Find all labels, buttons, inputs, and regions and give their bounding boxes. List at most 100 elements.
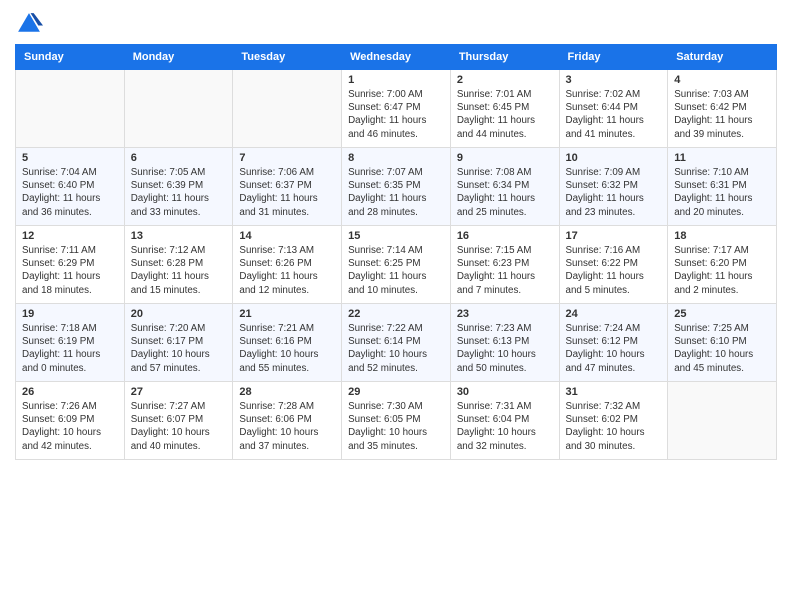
day-number: 8	[348, 152, 444, 164]
day-cell: 13 Sunrise: 7:12 AMSunset: 6:28 PMDayligh…	[124, 226, 233, 304]
day-cell: 30Sunrise: 7:31 AMSunset: 6:04 PMDayligh…	[450, 382, 559, 460]
day-info: Sunrise: 7:24 AMSunset: 6:12 PMDaylight:…	[566, 322, 662, 375]
day-cell: 15 Sunrise: 7:14 AMSunset: 6:25 PMDayligh…	[342, 226, 451, 304]
day-number: 19	[22, 308, 118, 320]
day-number: 3	[566, 74, 662, 86]
week-row-4: 19 Sunrise: 7:18 AMSunset: 6:19 PMDayligh…	[16, 304, 777, 382]
day-info: Sunrise: 7:22 AMSunset: 6:14 PMDaylight:…	[348, 322, 444, 375]
day-cell: 9 Sunrise: 7:08 AMSunset: 6:34 PMDaylight…	[450, 148, 559, 226]
day-number: 23	[457, 308, 553, 320]
day-cell: 26 Sunrise: 7:26 AMSunset: 6:09 PMDayligh…	[16, 382, 125, 460]
day-cell: 3 Sunrise: 7:02 AMSunset: 6:44 PMDaylight…	[559, 70, 668, 148]
logo	[15, 10, 47, 38]
weekday-header-monday: Monday	[124, 45, 233, 70]
weekday-header-friday: Friday	[559, 45, 668, 70]
day-info: Sunrise: 7:02 AMSunset: 6:44 PMDaylight:…	[566, 88, 662, 141]
day-info: Sunrise: 7:21 AMSunset: 6:16 PMDaylight:…	[239, 322, 335, 375]
day-number: 10	[566, 152, 662, 164]
day-cell: 22 Sunrise: 7:22 AMSunset: 6:14 PMDayligh…	[342, 304, 451, 382]
day-info: Sunrise: 7:01 AMSunset: 6:45 PMDaylight:…	[457, 88, 553, 141]
day-info: Sunrise: 7:30 AMSunset: 6:05 PMDaylight:…	[348, 400, 444, 453]
week-row-2: 5 Sunrise: 7:04 AMSunset: 6:40 PMDaylight…	[16, 148, 777, 226]
day-cell: 18 Sunrise: 7:17 AMSunset: 6:20 PMDayligh…	[668, 226, 777, 304]
day-info: Sunrise: 7:07 AMSunset: 6:35 PMDaylight:…	[348, 166, 444, 219]
day-cell: 16 Sunrise: 7:15 AMSunset: 6:23 PMDayligh…	[450, 226, 559, 304]
day-cell: 7 Sunrise: 7:06 AMSunset: 6:37 PMDaylight…	[233, 148, 342, 226]
day-number: 22	[348, 308, 444, 320]
day-info: Sunrise: 7:17 AMSunset: 6:20 PMDaylight:…	[674, 244, 770, 297]
day-info: Sunrise: 7:05 AMSunset: 6:39 PMDaylight:…	[131, 166, 227, 219]
day-info: Sunrise: 7:27 AMSunset: 6:07 PMDaylight:…	[131, 400, 227, 453]
day-number: 28	[239, 386, 335, 398]
day-info: Sunrise: 7:16 AMSunset: 6:22 PMDaylight:…	[566, 244, 662, 297]
day-info: Sunrise: 7:06 AMSunset: 6:37 PMDaylight:…	[239, 166, 335, 219]
day-cell: 23 Sunrise: 7:23 AMSunset: 6:13 PMDayligh…	[450, 304, 559, 382]
day-number: 7	[239, 152, 335, 164]
day-cell: 29 Sunrise: 7:30 AMSunset: 6:05 PMDayligh…	[342, 382, 451, 460]
day-info: Sunrise: 7:00 AMSunset: 6:47 PMDaylight:…	[348, 88, 444, 141]
weekday-header-thursday: Thursday	[450, 45, 559, 70]
day-number: 16	[457, 230, 553, 242]
header	[15, 10, 777, 38]
day-number: 5	[22, 152, 118, 164]
day-number: 20	[131, 308, 227, 320]
day-info: Sunrise: 7:13 AMSunset: 6:26 PMDaylight:…	[239, 244, 335, 297]
day-number: 6	[131, 152, 227, 164]
day-cell: 17Sunrise: 7:16 AMSunset: 6:22 PMDayligh…	[559, 226, 668, 304]
day-cell: 2 Sunrise: 7:01 AMSunset: 6:45 PMDaylight…	[450, 70, 559, 148]
day-number: 18	[674, 230, 770, 242]
weekday-header-saturday: Saturday	[668, 45, 777, 70]
calendar-table: SundayMondayTuesdayWednesdayThursdayFrid…	[15, 44, 777, 460]
day-cell: 19 Sunrise: 7:18 AMSunset: 6:19 PMDayligh…	[16, 304, 125, 382]
day-cell	[668, 382, 777, 460]
day-info: Sunrise: 7:32 AMSunset: 6:02 PMDaylight:…	[566, 400, 662, 453]
day-cell: 14Sunrise: 7:13 AMSunset: 6:26 PMDayligh…	[233, 226, 342, 304]
day-info: Sunrise: 7:14 AMSunset: 6:25 PMDaylight:…	[348, 244, 444, 297]
day-number: 9	[457, 152, 553, 164]
day-info: Sunrise: 7:23 AMSunset: 6:13 PMDaylight:…	[457, 322, 553, 375]
day-info: Sunrise: 7:15 AMSunset: 6:23 PMDaylight:…	[457, 244, 553, 297]
weekday-header-row: SundayMondayTuesdayWednesdayThursdayFrid…	[16, 45, 777, 70]
day-cell: 11Sunrise: 7:10 AMSunset: 6:31 PMDayligh…	[668, 148, 777, 226]
day-number: 29	[348, 386, 444, 398]
day-number: 4	[674, 74, 770, 86]
day-cell: 20 Sunrise: 7:20 AMSunset: 6:17 PMDayligh…	[124, 304, 233, 382]
week-row-3: 12Sunrise: 7:11 AMSunset: 6:29 PMDayligh…	[16, 226, 777, 304]
day-cell: 5 Sunrise: 7:04 AMSunset: 6:40 PMDaylight…	[16, 148, 125, 226]
weekday-header-wednesday: Wednesday	[342, 45, 451, 70]
day-cell	[233, 70, 342, 148]
day-cell: 4 Sunrise: 7:03 AMSunset: 6:42 PMDaylight…	[668, 70, 777, 148]
day-number: 26	[22, 386, 118, 398]
day-info: Sunrise: 7:09 AMSunset: 6:32 PMDaylight:…	[566, 166, 662, 219]
day-cell: 24 Sunrise: 7:24 AMSunset: 6:12 PMDayligh…	[559, 304, 668, 382]
day-info: Sunrise: 7:18 AMSunset: 6:19 PMDaylight:…	[22, 322, 118, 375]
day-cell	[124, 70, 233, 148]
day-info: Sunrise: 7:28 AMSunset: 6:06 PMDaylight:…	[239, 400, 335, 453]
day-cell: 21Sunrise: 7:21 AMSunset: 6:16 PMDayligh…	[233, 304, 342, 382]
logo-icon	[15, 10, 43, 38]
day-info: Sunrise: 7:08 AMSunset: 6:34 PMDaylight:…	[457, 166, 553, 219]
day-info: Sunrise: 7:20 AMSunset: 6:17 PMDaylight:…	[131, 322, 227, 375]
day-info: Sunrise: 7:12 AMSunset: 6:28 PMDaylight:…	[131, 244, 227, 297]
day-cell: 28 Sunrise: 7:28 AMSunset: 6:06 PMDayligh…	[233, 382, 342, 460]
week-row-5: 26 Sunrise: 7:26 AMSunset: 6:09 PMDayligh…	[16, 382, 777, 460]
day-number: 24	[566, 308, 662, 320]
day-cell	[16, 70, 125, 148]
day-number: 2	[457, 74, 553, 86]
day-number: 15	[348, 230, 444, 242]
day-number: 1	[348, 74, 444, 86]
day-info: Sunrise: 7:04 AMSunset: 6:40 PMDaylight:…	[22, 166, 118, 219]
day-number: 13	[131, 230, 227, 242]
weekday-header-tuesday: Tuesday	[233, 45, 342, 70]
day-cell: 25Sunrise: 7:25 AMSunset: 6:10 PMDayligh…	[668, 304, 777, 382]
page: SundayMondayTuesdayWednesdayThursdayFrid…	[0, 0, 792, 612]
week-row-1: 1 Sunrise: 7:00 AMSunset: 6:47 PMDaylight…	[16, 70, 777, 148]
day-cell: 27 Sunrise: 7:27 AMSunset: 6:07 PMDayligh…	[124, 382, 233, 460]
day-info: Sunrise: 7:26 AMSunset: 6:09 PMDaylight:…	[22, 400, 118, 453]
weekday-header-sunday: Sunday	[16, 45, 125, 70]
day-info: Sunrise: 7:10 AMSunset: 6:31 PMDaylight:…	[674, 166, 770, 219]
day-info: Sunrise: 7:03 AMSunset: 6:42 PMDaylight:…	[674, 88, 770, 141]
day-number: 27	[131, 386, 227, 398]
day-cell: 10 Sunrise: 7:09 AMSunset: 6:32 PMDayligh…	[559, 148, 668, 226]
day-cell: 8 Sunrise: 7:07 AMSunset: 6:35 PMDaylight…	[342, 148, 451, 226]
